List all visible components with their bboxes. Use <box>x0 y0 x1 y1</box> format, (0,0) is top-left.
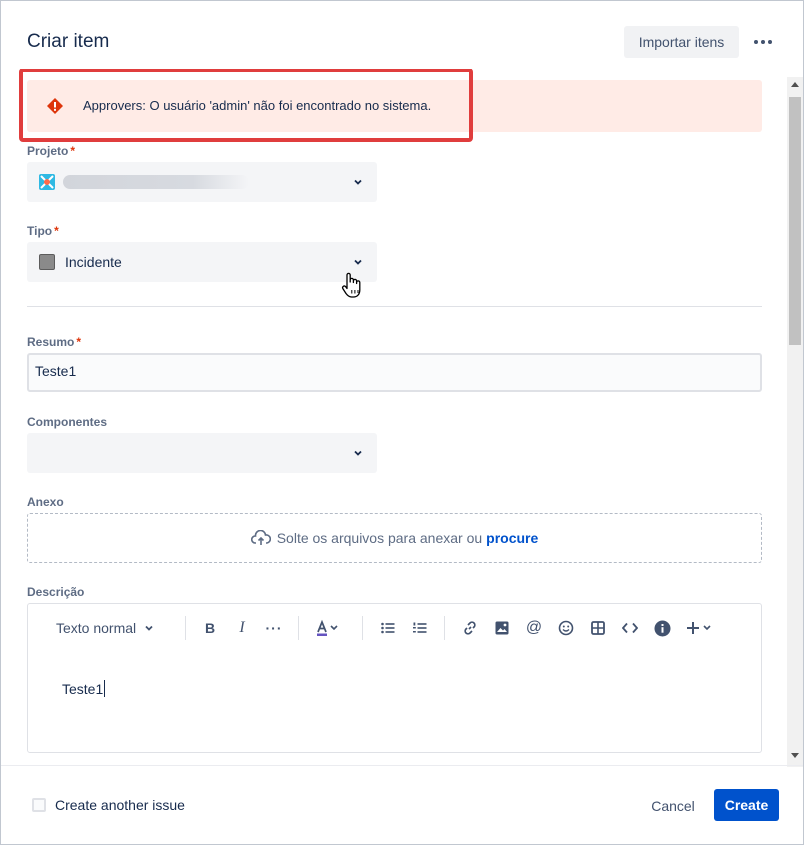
editor-content[interactable]: Teste1 <box>62 680 106 697</box>
warning-diamond-icon <box>47 98 63 114</box>
chevron-down-icon <box>145 625 153 631</box>
toolbar-separator <box>362 616 363 640</box>
cloud-upload-icon <box>250 530 271 545</box>
info-icon[interactable] <box>650 616 674 640</box>
bold-icon[interactable]: B <box>198 616 222 640</box>
more-icon[interactable] <box>747 27 779 57</box>
italic-icon[interactable]: I <box>230 616 254 640</box>
text-caret <box>104 680 106 697</box>
toolbar-separator <box>185 616 186 640</box>
create-button[interactable]: Create <box>714 789 779 821</box>
chevron-down-icon <box>354 450 362 456</box>
create-another-checkbox[interactable] <box>32 798 46 812</box>
text-style-label: Texto normal <box>56 620 137 636</box>
emoji-icon[interactable] <box>554 616 578 640</box>
incident-type-icon <box>39 254 55 270</box>
project-select[interactable] <box>27 162 377 202</box>
dialog-header: Criar item Importar itens <box>1 1 803 69</box>
chevron-down-icon <box>354 179 362 185</box>
type-value: Incidente <box>65 254 122 270</box>
bullet-list-icon[interactable] <box>376 616 400 640</box>
numbered-list-icon[interactable] <box>408 616 432 640</box>
scroll-down-arrow-icon[interactable] <box>791 753 799 758</box>
error-message: Approvers: O usuário 'admin' não foi enc… <box>83 98 432 113</box>
code-icon[interactable] <box>618 616 642 640</box>
insert-more-icon[interactable] <box>684 616 718 640</box>
attachment-label: Anexo <box>27 495 64 509</box>
cancel-button[interactable]: Cancel <box>642 790 704 822</box>
components-select[interactable] <box>27 433 377 473</box>
image-icon[interactable] <box>490 616 514 640</box>
type-label: Tipo * <box>27 224 59 238</box>
drop-zone-text: Solte os arquivos para anexar ou <box>276 530 483 546</box>
link-icon[interactable] <box>458 616 482 640</box>
divider <box>27 306 762 307</box>
summary-input[interactable]: Teste1 <box>27 353 762 392</box>
editor-toolbar: Texto normal B I ··· @ <box>28 604 761 652</box>
import-items-button[interactable]: Importar itens <box>624 26 739 58</box>
attachment-drop-zone[interactable]: Solte os arquivos para anexar ou procure <box>27 513 762 563</box>
create-issue-dialog: Criar item Importar itens Approvers: O u… <box>0 0 804 845</box>
more-formatting-icon[interactable]: ··· <box>262 616 286 640</box>
project-avatar-icon <box>39 174 55 190</box>
description-editor[interactable]: Texto normal B I ··· @ Teste1 <box>27 603 762 753</box>
project-label: Projeto * <box>27 144 76 158</box>
browse-link[interactable]: procure <box>486 530 538 546</box>
components-label: Componentes <box>27 415 108 429</box>
table-icon[interactable] <box>586 616 610 640</box>
description-text: Teste1 <box>62 681 104 697</box>
project-name-redacted <box>63 175 249 189</box>
toolbar-separator <box>444 616 445 640</box>
text-style-dropdown[interactable]: Texto normal <box>50 616 160 640</box>
create-another-label[interactable]: Create another issue <box>55 797 185 813</box>
summary-label: Resumo * <box>27 335 82 349</box>
scrollbar-thumb[interactable] <box>789 97 801 345</box>
chevron-down-icon <box>354 259 362 265</box>
scrollbar[interactable] <box>787 77 803 767</box>
type-select[interactable]: Incidente <box>27 242 377 282</box>
scroll-up-arrow-icon[interactable] <box>791 82 799 87</box>
description-label: Descrição <box>27 585 85 599</box>
dialog-title: Criar item <box>27 31 110 52</box>
error-banner: Approvers: O usuário 'admin' não foi enc… <box>27 80 762 132</box>
dialog-footer: Create another issue Cancel Create <box>1 765 803 844</box>
form-scroll-area[interactable]: Approvers: O usuário 'admin' não foi enc… <box>1 69 787 765</box>
mention-icon[interactable]: @ <box>522 616 546 640</box>
text-color-glyph <box>317 619 338 636</box>
toolbar-separator <box>298 616 299 640</box>
text-color-icon[interactable] <box>312 616 346 640</box>
